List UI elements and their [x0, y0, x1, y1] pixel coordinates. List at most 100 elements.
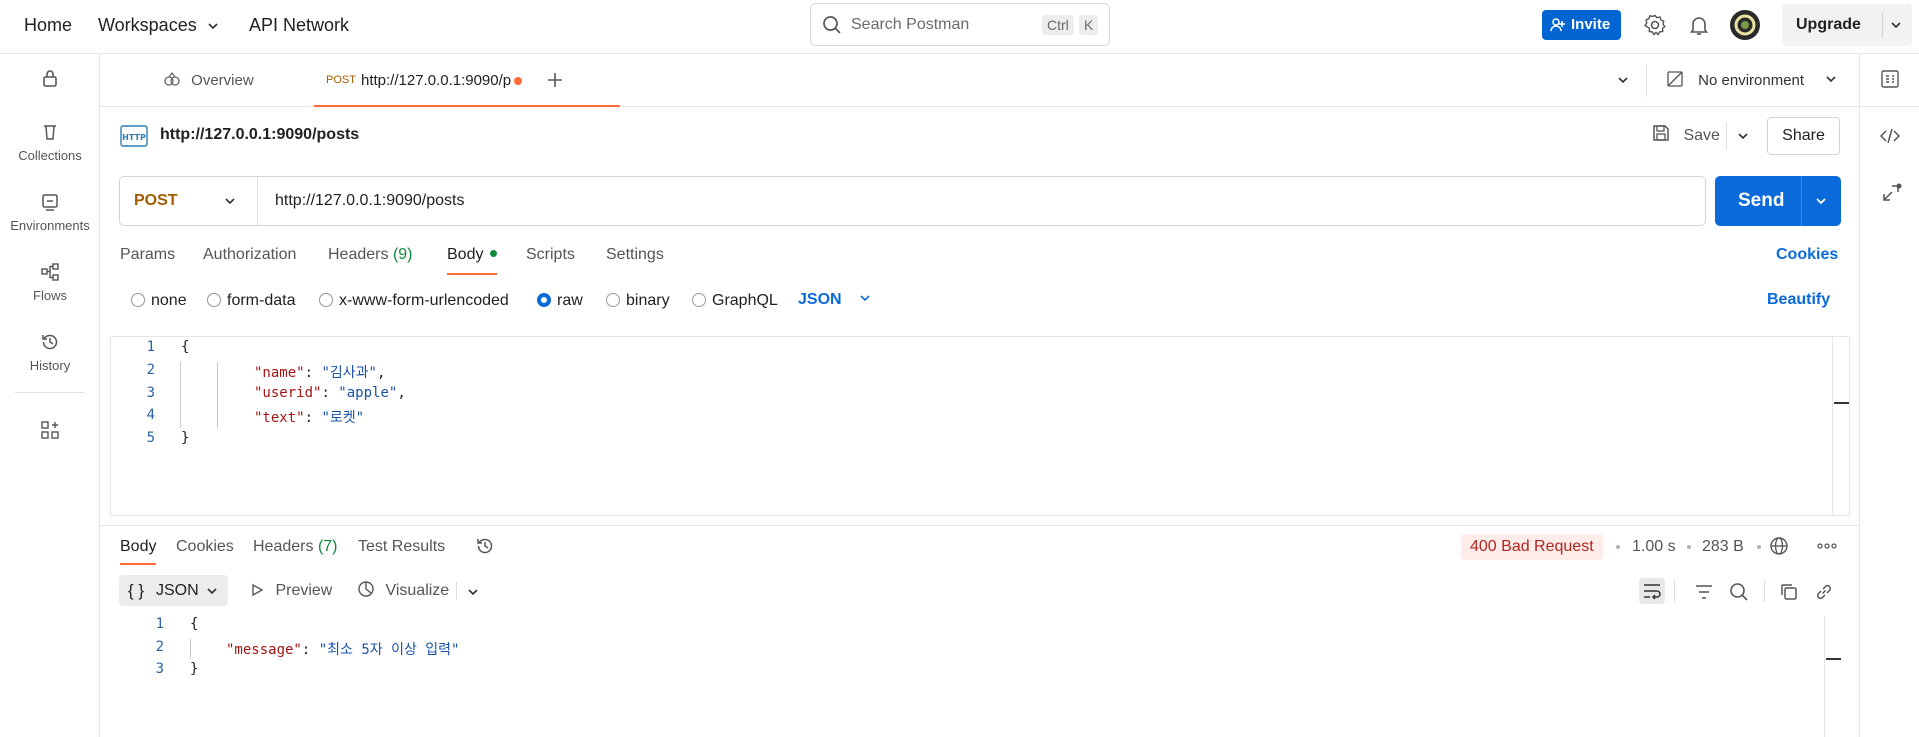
- tab-request[interactable]: POST http://127.0.0.1:9090/p: [314, 54, 620, 107]
- radio-binary[interactable]: binary: [606, 291, 670, 311]
- sidebar-item-label: History: [29, 358, 71, 373]
- lock-icon[interactable]: [40, 68, 60, 88]
- radio-dot: [319, 293, 333, 307]
- visualize-button[interactable]: Visualize: [357, 575, 449, 606]
- separator-dot: [1616, 545, 1620, 549]
- radio-form-data[interactable]: form-data: [207, 291, 295, 311]
- gear-icon[interactable]: [1643, 13, 1667, 37]
- add-workbench-icon[interactable]: [40, 420, 60, 440]
- line-number: 1: [146, 339, 155, 355]
- response-tab-cookies[interactable]: Cookies: [176, 535, 234, 565]
- json-value: "김사과": [321, 365, 377, 381]
- chevron-down-icon[interactable]: [466, 585, 480, 599]
- radio-dot: [207, 293, 221, 307]
- code-icon[interactable]: [1880, 126, 1900, 146]
- response-tab-body[interactable]: Body: [120, 535, 157, 565]
- trash-bin-icon: [0, 122, 100, 142]
- sidebar-item-flows[interactable]: Flows: [0, 262, 100, 303]
- tab-headers[interactable]: Headers (9): [328, 240, 413, 275]
- environment-icon: [0, 192, 100, 212]
- request-title[interactable]: http://127.0.0.1:9090/posts: [160, 126, 359, 144]
- radio-label: form-data: [227, 292, 296, 309]
- link-icon[interactable]: [1814, 582, 1834, 602]
- radio-label: x-www-form-urlencoded: [339, 292, 509, 309]
- environment-quicklook-icon[interactable]: [1880, 69, 1900, 89]
- response-body-viewer[interactable]: 1 2 3 { "message": "최소 5자 이상 입력" }: [110, 616, 1850, 737]
- radio-urlencoded[interactable]: x-www-form-urlencoded: [319, 291, 509, 311]
- filter-icon[interactable]: [1694, 582, 1714, 602]
- history-icon[interactable]: [475, 536, 495, 556]
- flows-icon: [0, 262, 100, 282]
- beautify-link[interactable]: Beautify: [1767, 291, 1830, 309]
- bell-icon[interactable]: [1687, 13, 1711, 37]
- status-badge[interactable]: 400 Bad Request: [1461, 534, 1603, 560]
- more-options-icon[interactable]: [1816, 541, 1838, 551]
- sidebar-item-history[interactable]: History: [0, 332, 100, 373]
- json-key: "userid": [254, 385, 322, 401]
- divider: [15, 392, 85, 393]
- tab-headers-label: Headers: [328, 246, 389, 263]
- response-tab-test-results[interactable]: Test Results: [358, 535, 445, 565]
- sidebar-item-collections[interactable]: Collections: [0, 122, 100, 163]
- api-network-link[interactable]: API Network: [249, 0, 349, 50]
- no-environment-icon: [1666, 70, 1684, 88]
- search-icon[interactable]: [1729, 582, 1749, 602]
- chevron-down-icon[interactable]: [1814, 194, 1828, 208]
- chevron-down-icon: [205, 584, 219, 598]
- related-collections-icon[interactable]: [1880, 182, 1902, 204]
- separator-dot: [1757, 545, 1761, 549]
- new-tab-plus-icon[interactable]: [546, 71, 564, 89]
- separator-dot: [1687, 545, 1691, 549]
- response-size[interactable]: 283 B: [1702, 534, 1744, 560]
- radio-none[interactable]: none: [131, 291, 187, 311]
- home-link[interactable]: Home: [24, 0, 72, 50]
- chevron-down-icon[interactable]: [1889, 18, 1903, 32]
- response-time[interactable]: 1.00 s: [1632, 534, 1676, 560]
- send-button[interactable]: Send: [1715, 176, 1841, 226]
- radio-raw[interactable]: raw: [537, 291, 583, 311]
- share-button[interactable]: Share: [1767, 117, 1840, 155]
- chevron-down-icon[interactable]: [1736, 129, 1750, 143]
- sidebar-item-label: Flows: [33, 288, 67, 303]
- chevron-down-icon: [206, 19, 220, 33]
- workspaces-menu[interactable]: Workspaces: [98, 0, 220, 50]
- code-line: {: [181, 339, 190, 355]
- tab-body[interactable]: Body: [447, 240, 497, 275]
- save-button[interactable]: Save: [1651, 118, 1720, 154]
- tab-authorization[interactable]: Authorization: [203, 240, 296, 275]
- minimap-marker: [1834, 402, 1849, 404]
- url-input[interactable]: http://127.0.0.1:9090/posts: [275, 177, 464, 225]
- radio-dot: [692, 293, 706, 307]
- tab-overview[interactable]: Overview: [163, 54, 254, 107]
- search-input[interactable]: Search Postman Ctrl K: [810, 3, 1110, 46]
- radio-dot: [131, 293, 145, 307]
- avatar[interactable]: [1729, 9, 1761, 41]
- line-number: 2: [155, 639, 164, 655]
- scrollbar-track[interactable]: [1832, 337, 1833, 515]
- sidebar-item-environments[interactable]: Environments: [0, 192, 100, 233]
- line-number: 5: [146, 430, 155, 446]
- radio-graphql[interactable]: GraphQL: [692, 291, 778, 311]
- wrap-lines-toggle[interactable]: [1639, 578, 1665, 604]
- response-format-select[interactable]: { } JSON: [119, 575, 228, 606]
- tab-scripts[interactable]: Scripts: [526, 240, 575, 275]
- preview-button[interactable]: Preview: [250, 575, 332, 606]
- tab-params[interactable]: Params: [120, 240, 175, 275]
- json-value: "로켓": [321, 410, 365, 426]
- body-format-select[interactable]: JSON: [798, 291, 872, 309]
- chevron-down-icon[interactable]: [1616, 73, 1630, 87]
- method-select[interactable]: POST: [120, 177, 258, 225]
- scrollbar-track[interactable]: [1824, 616, 1825, 737]
- divider: [1646, 64, 1647, 97]
- globe-icon[interactable]: [1769, 536, 1789, 556]
- environment-selector[interactable]: No environment: [1666, 54, 1838, 107]
- upgrade-button[interactable]: Upgrade: [1782, 4, 1912, 46]
- copy-icon[interactable]: [1779, 582, 1799, 602]
- invite-button[interactable]: Invite: [1542, 10, 1621, 40]
- response-tab-headers[interactable]: Headers (7): [253, 535, 338, 565]
- request-body-editor[interactable]: 1 2 3 4 5 { "name": "김사과", "userid": "ap…: [110, 336, 1850, 516]
- cookies-link[interactable]: Cookies: [1776, 246, 1838, 264]
- tab-settings[interactable]: Settings: [606, 240, 664, 275]
- url-bar: POST http://127.0.0.1:9090/posts: [119, 176, 1706, 226]
- line-number: 3: [146, 385, 155, 401]
